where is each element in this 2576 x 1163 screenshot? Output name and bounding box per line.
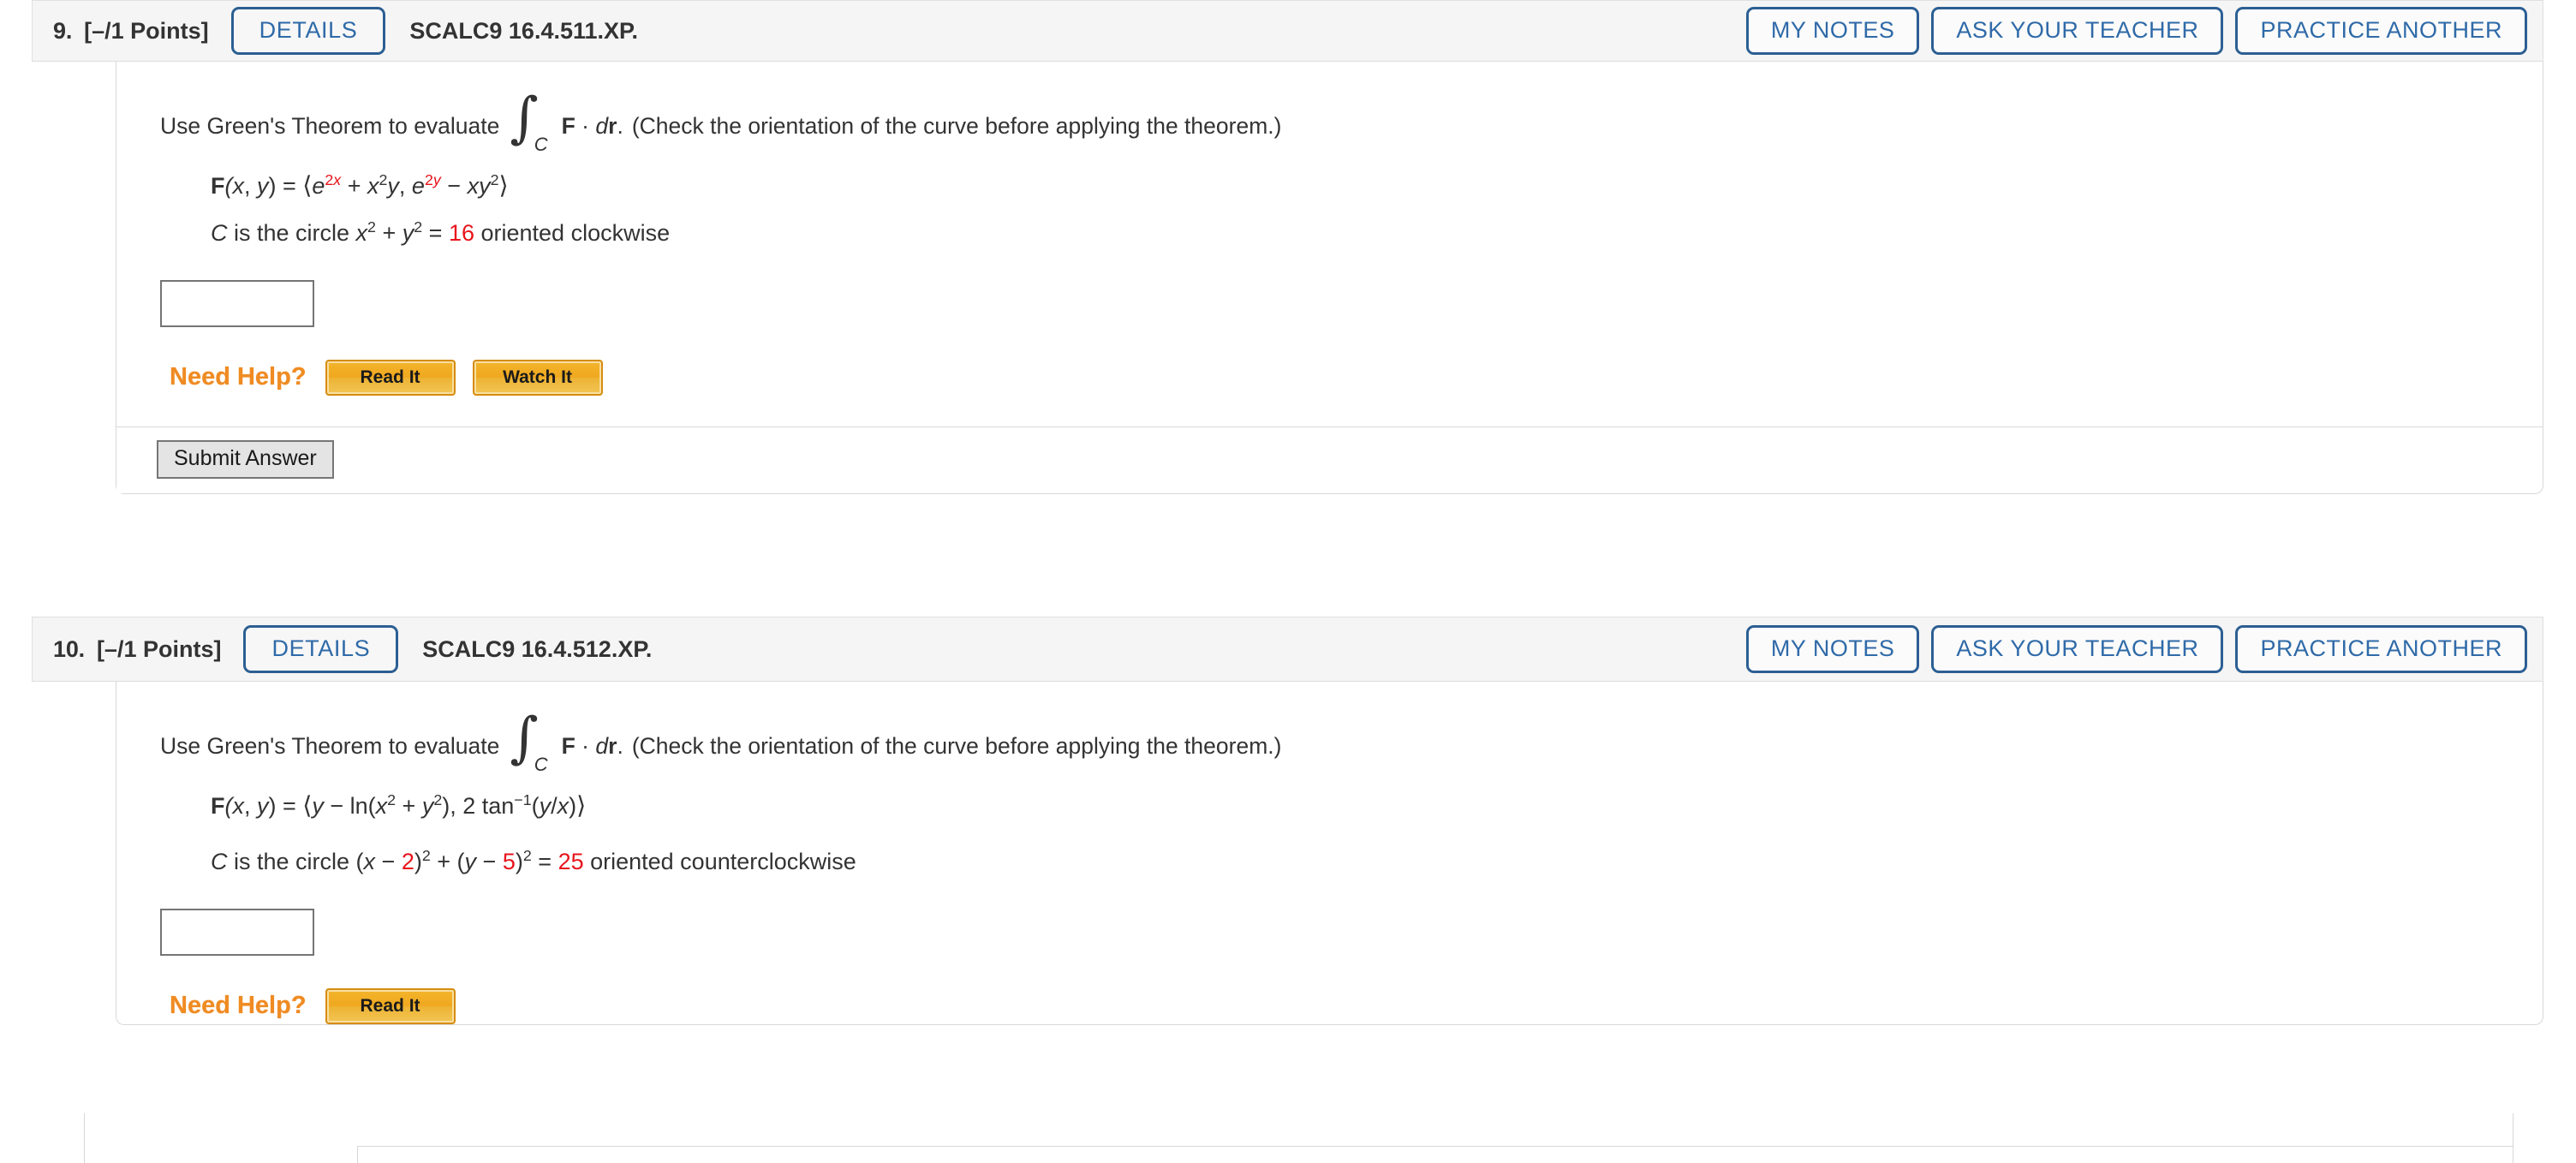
curve-radius-squared: 25 [558, 849, 584, 875]
curve-center-h: 2 [401, 849, 414, 875]
question-prompt: Use Green's Theorem to evaluate ∫ C F · … [160, 711, 2501, 775]
prompt-text-before: Use Green's Theorem to evaluate [160, 112, 500, 139]
problem-points: [–/1 Points] [84, 17, 209, 44]
submit-answer-button[interactable]: Submit Answer [157, 439, 334, 480]
details-button[interactable]: DETAILS [243, 625, 399, 673]
ask-your-teacher-button[interactable]: ASK YOUR TEACHER [1931, 7, 2224, 55]
problem-code: SCALC9 16.4.511.XP. [409, 17, 639, 44]
need-help-label: Need Help? [170, 992, 307, 1020]
vector-field-equation-10: F(x, y) = ⟨y − ln(x2 + y2), 2 tan−1(y/x)… [211, 791, 587, 820]
my-notes-button[interactable]: MY NOTES [1745, 7, 1920, 55]
problem-code: SCALC9 16.4.512.XP. [422, 635, 653, 662]
integral-subscript: C [534, 754, 548, 775]
answer-input-10[interactable] [160, 908, 314, 956]
problem-10-submit-bar-partial [84, 1113, 2513, 1163]
prompt-text-before: Use Green's Theorem to evaluate [160, 732, 500, 759]
problem-number: 9. [53, 17, 73, 44]
need-help-row-9: Need Help? Read It Watch It [170, 359, 2501, 396]
prompt-text-after: (Check the orientation of the curve befo… [631, 112, 1282, 139]
submit-divider-partial [357, 1146, 2513, 1147]
my-notes-button[interactable]: MY NOTES [1745, 625, 1920, 673]
problem-points: [–/1 Points] [96, 635, 222, 662]
read-it-button[interactable]: Read It [325, 359, 456, 396]
practice-another-button[interactable]: PRACTICE ANOTHER [2235, 7, 2527, 55]
practice-another-button[interactable]: PRACTICE ANOTHER [2235, 625, 2527, 673]
problem-body-inner-9: Use Green's Theorem to evaluate ∫ C F · … [116, 91, 2543, 396]
problem-block-9: 9. [–/1 Points] DETAILS SCALC9 16.4.511.… [32, 0, 2543, 494]
problem-body-wrap-10: Use Green's Theorem to evaluate ∫ C F · … [32, 682, 2543, 1025]
answer-input-9[interactable] [160, 279, 314, 327]
need-help-label: Need Help? [170, 363, 307, 391]
submit-divider [322, 426, 2543, 427]
integral-icon: ∫ C [510, 711, 548, 775]
curve-radius-squared: 16 [448, 220, 474, 247]
prompt-text-after: (Check the orientation of the curve befo… [631, 732, 1282, 759]
integral-subscript: C [534, 134, 548, 155]
integral-icon: ∫ C [510, 91, 548, 155]
watch-it-button[interactable]: Watch It [472, 359, 603, 396]
integrand-expression: F · dr. [561, 112, 623, 139]
problem-block-10: 10. [–/1 Points] DETAILS SCALC9 16.4.512… [32, 617, 2543, 1025]
read-it-button[interactable]: Read It [325, 987, 456, 1024]
ask-your-teacher-button[interactable]: ASK YOUR TEACHER [1931, 625, 2224, 673]
problem-body-wrap-9: Use Green's Theorem to evaluate ∫ C F · … [32, 62, 2543, 494]
curve-center-k: 5 [502, 849, 516, 875]
problem-body-inner-10: Use Green's Theorem to evaluate ∫ C F · … [116, 711, 2543, 1024]
details-button[interactable]: DETAILS [230, 7, 386, 55]
problem-body-10: Use Green's Theorem to evaluate ∫ C F · … [116, 682, 2543, 1025]
vector-field-equation-9: F(x, y) = ⟨e2x + x2y, e2y − xy2⟩ [211, 171, 509, 200]
assignment-page: 9. [–/1 Points] DETAILS SCALC9 16.4.511.… [0, 0, 2576, 1163]
problem-header-9: 9. [–/1 Points] DETAILS SCALC9 16.4.511.… [32, 0, 2543, 62]
problem-header-10: 10. [–/1 Points] DETAILS SCALC9 16.4.512… [32, 617, 2543, 682]
submit-pane-edge [357, 1146, 358, 1163]
question-prompt: Use Green's Theorem to evaluate ∫ C F · … [160, 91, 2501, 155]
problem-number: 10. [53, 635, 85, 662]
submit-bar-9: Submit Answer [116, 426, 2543, 493]
integrand-expression: F · dr. [561, 732, 623, 759]
curve-definition-9: C is the circle x2 + y2 = 16 oriented cl… [211, 218, 671, 247]
problem-body-9: Use Green's Theorem to evaluate ∫ C F · … [116, 62, 2543, 494]
need-help-row-10: Need Help? Read It [170, 987, 2501, 1024]
curve-definition-10: C is the circle (x − 2)2 + (y − 5)2 = 25… [211, 847, 856, 875]
